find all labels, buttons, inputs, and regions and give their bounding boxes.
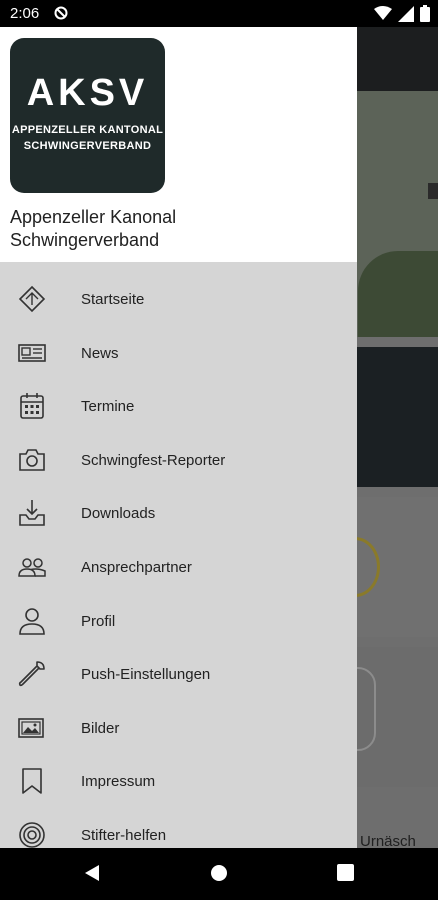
menu-item-schwingfest-reporter[interactable]: Schwingfest-Reporter — [0, 433, 357, 487]
aksv-logo: AKSV APPENZELLER KANTONAL SCHWINGERVERBA… — [10, 38, 165, 193]
menu-item-label: Stifter-helfen — [81, 826, 167, 844]
menu-item-label: Ansprechpartner — [81, 558, 192, 576]
logo-line2: SCHWINGERVERBAND — [23, 140, 152, 152]
menu-item-ansprechpartner[interactable]: Ansprechpartner — [0, 540, 357, 594]
menu-item-news[interactable]: News — [0, 326, 357, 380]
back-icon[interactable] — [84, 864, 100, 882]
bookmark-icon — [22, 768, 42, 795]
organization-name-line1: Appenzeller Kanonal — [10, 207, 177, 227]
recents-icon[interactable] — [337, 864, 354, 881]
do-not-disturb-icon — [54, 6, 68, 20]
home-icon[interactable] — [210, 864, 228, 882]
drawer-menu: Startseite News Termine Schwingfest-Repo… — [0, 272, 357, 848]
menu-item-label: Startseite — [81, 291, 145, 308]
drawer-header: AKSV APPENZELLER KANTONAL SCHWINGERVERBA… — [0, 27, 357, 262]
menu-item-label: Downloads — [81, 505, 156, 523]
battery-icon — [420, 5, 430, 22]
people-icon — [18, 558, 46, 577]
compass-diamond-icon — [18, 285, 46, 313]
menu-item-label: Impressum — [81, 773, 156, 791]
logo-line1: APPENZELLER KANTONAL — [11, 124, 164, 136]
status-bar: 2:06 — [0, 0, 438, 27]
images-icon — [18, 717, 44, 738]
menu-item-bilder[interactable]: Bilder — [0, 701, 357, 755]
menu-item-label: Termine — [81, 398, 135, 416]
organization-name-line2: Schwingerverband — [10, 230, 160, 250]
menu-item-label: Bilder — [81, 719, 120, 737]
menu-item-impressum[interactable]: Impressum — [0, 754, 357, 808]
wifi-icon — [374, 6, 392, 20]
person-icon — [19, 607, 45, 635]
menu-item-push-einstellungen[interactable]: Push-Einstellungen — [0, 647, 357, 701]
menu-item-downloads[interactable]: Downloads — [0, 486, 357, 540]
background-location-text: Urnäsch — [360, 833, 416, 848]
download-tray-icon — [19, 500, 45, 527]
status-time: 2:06 — [10, 5, 40, 22]
menu-item-label: Push-Einstellungen — [81, 666, 211, 684]
newspaper-icon — [18, 343, 46, 362]
menu-item-termine[interactable]: Termine — [0, 379, 357, 433]
signal-icon — [398, 5, 414, 22]
target-icon — [19, 822, 45, 848]
menu-item-label: Schwingfest-Reporter — [81, 451, 226, 469]
menu-item-stifter-helfen[interactable]: Stifter-helfen — [0, 808, 357, 848]
navigation-drawer: AKSV APPENZELLER KANTONAL SCHWINGERVERBA… — [0, 27, 357, 848]
menu-item-label: News — [81, 344, 119, 362]
menu-item-label: Profil — [81, 612, 116, 630]
camera-icon — [19, 448, 45, 471]
logo-abbr: AKSV — [26, 72, 149, 114]
menu-item-profil[interactable]: Profil — [0, 594, 357, 648]
calendar-icon — [20, 393, 44, 419]
organization-name: Appenzeller Kanonal Schwingerverband — [10, 206, 350, 252]
system-nav-bar — [0, 848, 438, 900]
wrench-icon — [18, 661, 45, 687]
menu-item-startseite[interactable]: Startseite — [0, 272, 357, 326]
